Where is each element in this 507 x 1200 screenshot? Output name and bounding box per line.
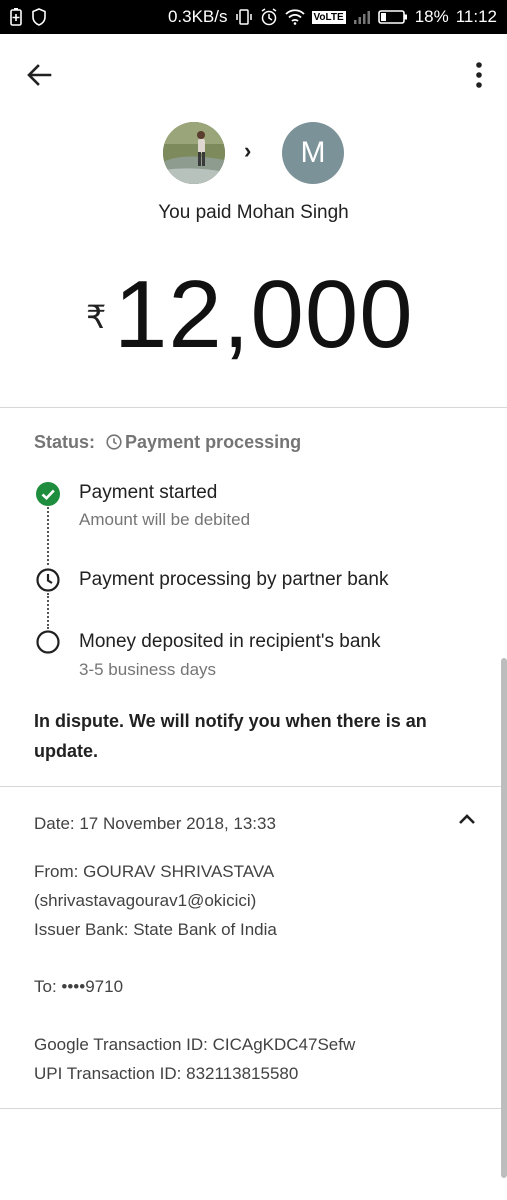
app-bar [0,34,507,114]
transaction-date: Date: 17 November 2018, 13:33 [34,814,276,833]
upi-transaction-id: UPI Transaction ID: 832113815580 [34,1064,299,1083]
from-name: From: GOURAV SHRIVASTAVA [34,862,275,881]
network-speed: 0.3KB/s [167,7,228,26]
vibrate-icon [235,9,252,25]
to-account: To: ••••9710 [34,977,124,996]
check-circle-icon [36,482,60,506]
timeline-step-deposited: Money deposited in recipient's bank 3-5 … [34,630,474,690]
paid-to-text: You paid Mohan Singh [158,202,349,223]
currency-symbol: ₹ [86,299,107,335]
empty-circle-icon [36,630,60,654]
issuer-bank: Issuer Bank: State Bank of India [34,920,277,939]
battery-saver-icon [10,8,22,26]
timeline-step-processing: Payment processing by partner bank [34,568,474,598]
divider [0,786,507,787]
alarm-icon [261,8,276,26]
payer-photo [163,122,225,184]
payee-avatar[interactable]: M [282,122,344,184]
amount-value: 12,000 [114,261,414,368]
divider [0,1108,507,1109]
from-upi: (shrivastavagourav1@okicici) [34,891,257,910]
status-line: Status: Payment processing [34,432,301,453]
arrow-right-icon: › [244,138,252,163]
wifi-icon [284,9,305,25]
chevron-up-icon[interactable] [455,808,479,832]
clock: 11:12 [455,7,497,26]
step-title: Payment started [79,482,218,503]
status-bar: 0.3KB/s VoLTE 18% 11:12 [0,0,507,34]
battery-icon [377,10,407,24]
signal-icon [353,11,370,24]
divider [0,407,507,408]
arrow-back-icon[interactable] [24,60,54,90]
timeline-connector [47,593,49,629]
payer-avatar[interactable] [163,122,225,184]
clock-icon [106,434,122,450]
step-subtitle: 3-5 business days [79,660,217,679]
more-vert-icon[interactable] [471,60,487,90]
step-title: Payment processing by partner bank [79,569,389,590]
timeline-step-started: Payment started Amount will be debited [34,480,474,540]
volte-badge: VoLTE [311,10,346,24]
step-title: Money deposited in recipient's bank [79,631,381,652]
step-subtitle: Amount will be debited [79,510,251,529]
status-label: Status: [34,432,96,452]
amount-display: ₹ 12,000 [0,258,507,368]
status-value: Payment processing [125,432,302,452]
google-transaction-id: Google Transaction ID: CICAgKDC47Sefw [34,1035,356,1054]
battery-percent: 18% [414,7,449,26]
shield-icon [32,8,46,26]
scrollbar[interactable] [501,658,507,1178]
payee-initial: M [300,136,326,169]
dispute-message: In dispute. We will notify you when ther… [34,711,427,761]
clock-icon [36,568,60,592]
payer-payee-avatars: › M [0,120,507,186]
